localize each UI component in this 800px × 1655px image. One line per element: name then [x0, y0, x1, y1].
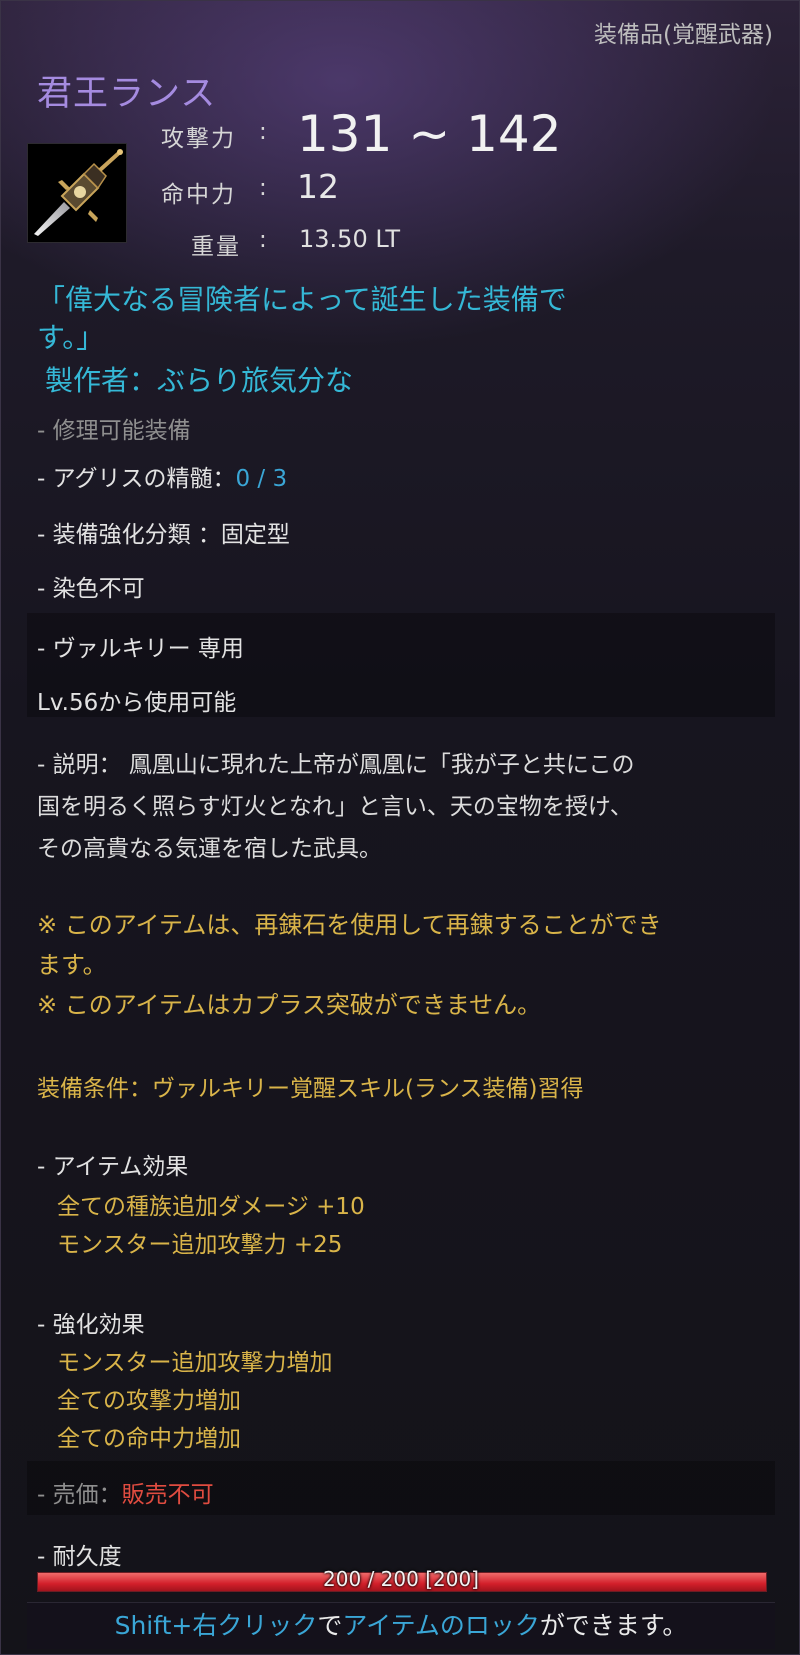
enhance-effect-1: モンスター追加攻撃力増加	[57, 1350, 333, 1376]
refine-notice-line-1: ※ このアイテムは、再錬石を使用して再錬することができ	[37, 911, 662, 939]
agris-line: - アグリスの精髄：0 / 3	[37, 459, 287, 493]
item-effects-title: - アイテム効果	[37, 1154, 189, 1180]
accuracy-separator: :	[259, 175, 267, 201]
weight-value: 13.50 LT	[299, 225, 401, 253]
attack-separator: :	[259, 119, 267, 145]
item-category: 装備品(覚醒武器)	[594, 22, 773, 48]
item-tooltip: 装備品(覚醒武器) 君王ランス 攻撃力 : 131 ~ 142 命中力 : 12…	[0, 0, 800, 1655]
caphras-notice: ※ このアイテムはカプラス突破ができません。	[37, 991, 542, 1019]
durability-title: - 耐久度	[37, 1544, 122, 1570]
lock-hint-suffix: ができます。	[539, 1611, 688, 1640]
description-line-1: - 説明： 鳳凰山に現れた上帝が鳳凰に「我が子と共にこの	[37, 752, 635, 778]
weight-label: 重量	[191, 234, 241, 260]
flavor-line-1: 「偉大なる冒険者によって誕生した装備で	[37, 283, 567, 316]
attack-label: 攻撃力	[161, 126, 236, 152]
equip-requirement: 装備条件：ヴァルキリー覚醒スキル(ランス装備)習得	[37, 1076, 584, 1102]
sale-line: - 売価：販売不可	[37, 1475, 214, 1509]
lance-icon	[27, 143, 127, 243]
enhance-type-line: - 装備強化分類 ：固定型	[37, 522, 290, 548]
item-effect-2: モンスター追加攻撃力 +25	[57, 1232, 343, 1258]
class-only-line: - ヴァルキリー 専用	[37, 636, 244, 662]
lock-hint-footer: Shift+右クリックでアイテムのロックができます。	[27, 1602, 775, 1649]
sale-label: - 売価：	[37, 1482, 122, 1508]
level-requirement: Lv.56から使用可能	[37, 690, 237, 716]
repairable-line: - 修理可能装備	[37, 418, 191, 444]
flavor-line-2: す。」	[37, 321, 105, 354]
item-name: 君王ランス	[37, 74, 217, 114]
sale-value: 販売不可	[121, 1482, 214, 1508]
lock-hint-shortcut: Shift+右クリック	[114, 1611, 318, 1640]
weight-separator: :	[259, 227, 267, 253]
accuracy-label: 命中力	[161, 182, 236, 208]
attack-value: 131 ~ 142	[297, 105, 562, 163]
accuracy-value: 12	[297, 167, 339, 206]
enhance-effect-3: 全ての命中力増加	[57, 1426, 241, 1452]
maker-line: 製作者：ぶらり旅気分な	[45, 364, 354, 397]
durability-text: 200 / 200 [200]	[323, 1567, 479, 1591]
item-effect-1: 全ての種族追加ダメージ +10	[57, 1194, 365, 1220]
description-line-3: その高貴なる気運を宿した武具。	[37, 836, 382, 862]
agris-label: - アグリスの精髄：	[37, 466, 236, 492]
enhance-effect-2: 全ての攻撃力増加	[57, 1388, 241, 1414]
lock-hint-action: アイテムのロック	[342, 1611, 540, 1640]
refine-notice-line-2: ます。	[37, 951, 107, 979]
agris-value: 0 / 3	[235, 466, 288, 492]
enhance-effects-title: - 強化効果	[37, 1312, 145, 1338]
dye-line: - 染色不可	[37, 576, 145, 602]
lock-hint-particle: で	[317, 1611, 343, 1640]
description-line-2: 国を明るく照らす灯火となれ」と言い、天の宝物を授け、	[37, 794, 633, 820]
